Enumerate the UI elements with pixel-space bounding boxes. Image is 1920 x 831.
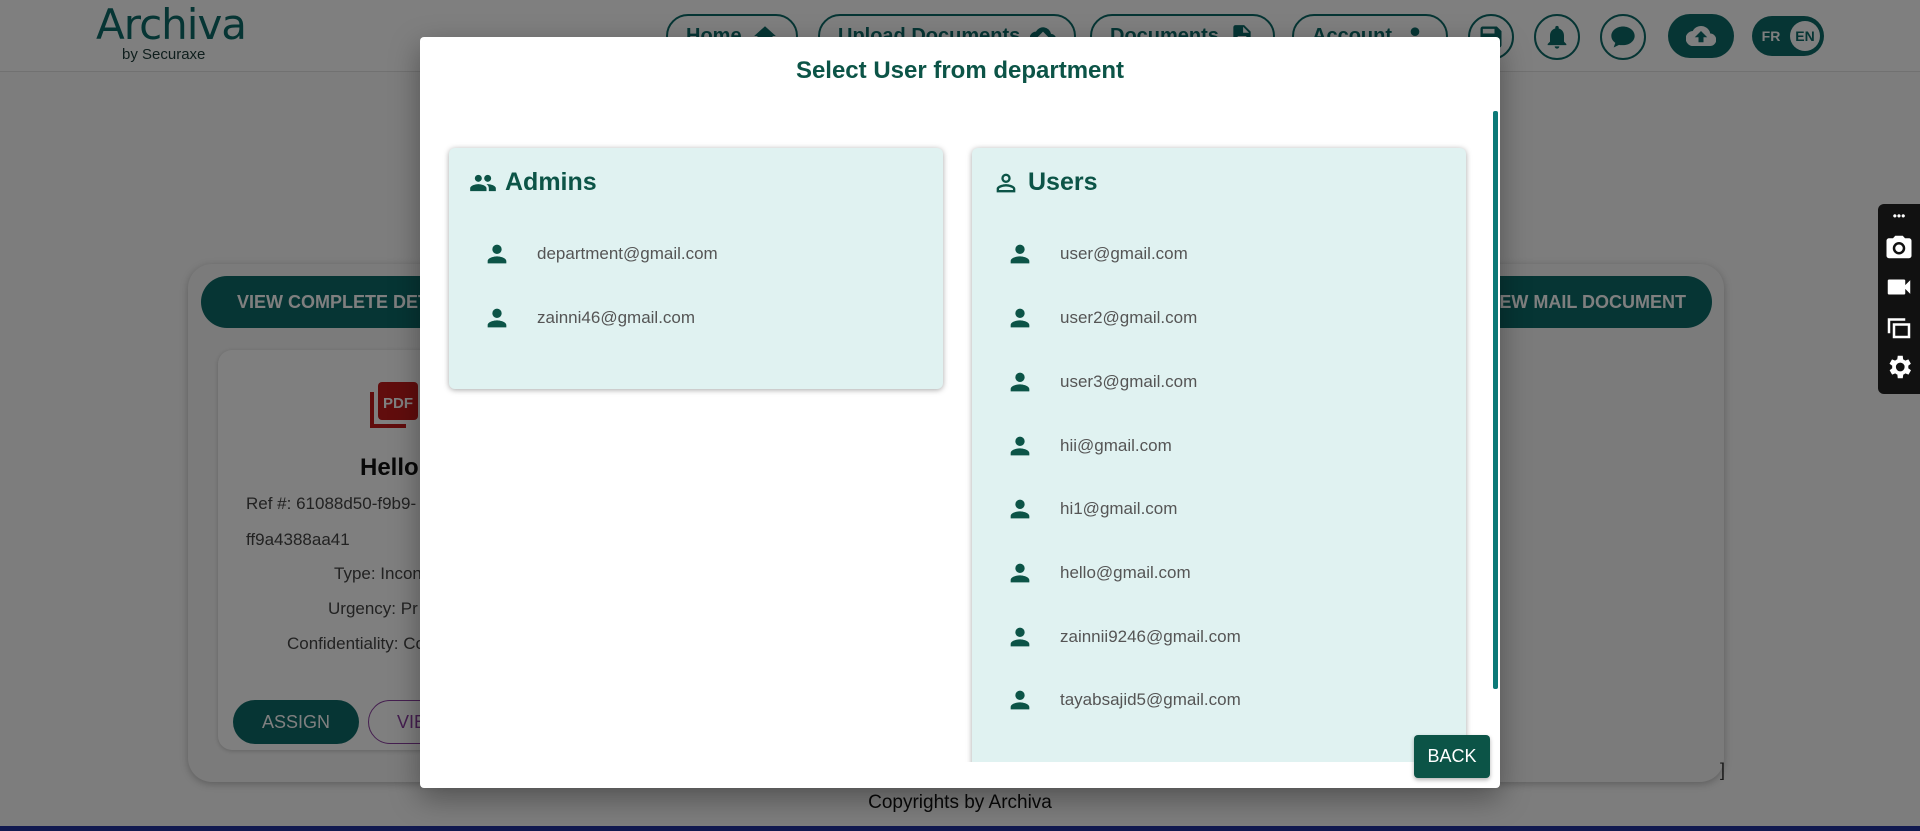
admin-email: zainni46@gmail.com — [537, 308, 696, 327]
person-icon — [1010, 308, 1030, 328]
user-item[interactable]: hi1@gmail.com — [1006, 492, 1177, 526]
select-user-dialog: Select User from department Admins depar… — [420, 37, 1500, 788]
dialog-title: Select User from department — [795, 57, 1125, 84]
admins-header: Admins — [469, 168, 597, 197]
user-email: hii@gmail.com — [1060, 436, 1172, 455]
user-email: user3@gmail.com — [1060, 372, 1198, 391]
user-item[interactable]: user3@gmail.com — [1006, 365, 1197, 399]
video-icon[interactable] — [1884, 272, 1914, 302]
admin-email: department@gmail.com — [537, 244, 718, 263]
users-header: Users — [992, 168, 1098, 197]
user-email: user@gmail.com — [1060, 244, 1188, 263]
back-button[interactable]: BACK — [1414, 735, 1490, 778]
user-email: tayabsajid5@gmail.com — [1060, 690, 1241, 709]
user-item[interactable]: tayabsajid5@gmail.com — [1006, 683, 1241, 717]
user-item[interactable]: hii@gmail.com — [1006, 429, 1172, 463]
users-panel: Users user@gmail.com user2@gmail.com use… — [972, 148, 1466, 762]
person-icon — [1010, 499, 1030, 519]
window-icon[interactable] — [1884, 312, 1914, 342]
person-icon — [487, 244, 507, 264]
users-title: Users — [1028, 168, 1098, 196]
toolbar-more[interactable]: ••• — [1893, 210, 1906, 222]
person-icon — [1010, 244, 1030, 264]
person-icon — [1010, 627, 1030, 647]
dialog-scrollbar-thumb[interactable] — [1493, 111, 1498, 689]
user-email: hello@gmail.com — [1060, 563, 1191, 582]
camera-icon[interactable] — [1884, 232, 1914, 262]
person-icon — [1010, 436, 1030, 456]
user-email: user2@gmail.com — [1060, 308, 1198, 327]
settings-icon[interactable] — [1884, 352, 1914, 382]
user-item[interactable]: zainnii9246@gmail.com — [1006, 620, 1241, 654]
person-outline-icon — [996, 173, 1016, 192]
dialog-body[interactable]: Admins department@gmail.com zainni46@gma… — [420, 111, 1500, 762]
admins-title: Admins — [505, 168, 597, 196]
user-item[interactable]: user2@gmail.com — [1006, 301, 1197, 335]
group-icon — [470, 174, 496, 191]
admins-panel: Admins department@gmail.com zainni46@gma… — [449, 148, 943, 389]
person-icon — [1010, 690, 1030, 710]
user-item[interactable]: user@gmail.com — [1006, 237, 1188, 271]
person-icon — [487, 308, 507, 328]
person-icon — [1010, 563, 1030, 583]
person-icon — [1010, 372, 1030, 392]
admin-item[interactable]: zainni46@gmail.com — [483, 301, 695, 335]
screen-recorder-toolbar: ••• — [1878, 204, 1920, 394]
user-email: zainnii9246@gmail.com — [1060, 627, 1241, 646]
user-item[interactable]: hello@gmail.com — [1006, 556, 1191, 590]
admin-item[interactable]: department@gmail.com — [483, 237, 718, 271]
user-email: hi1@gmail.com — [1060, 499, 1178, 518]
